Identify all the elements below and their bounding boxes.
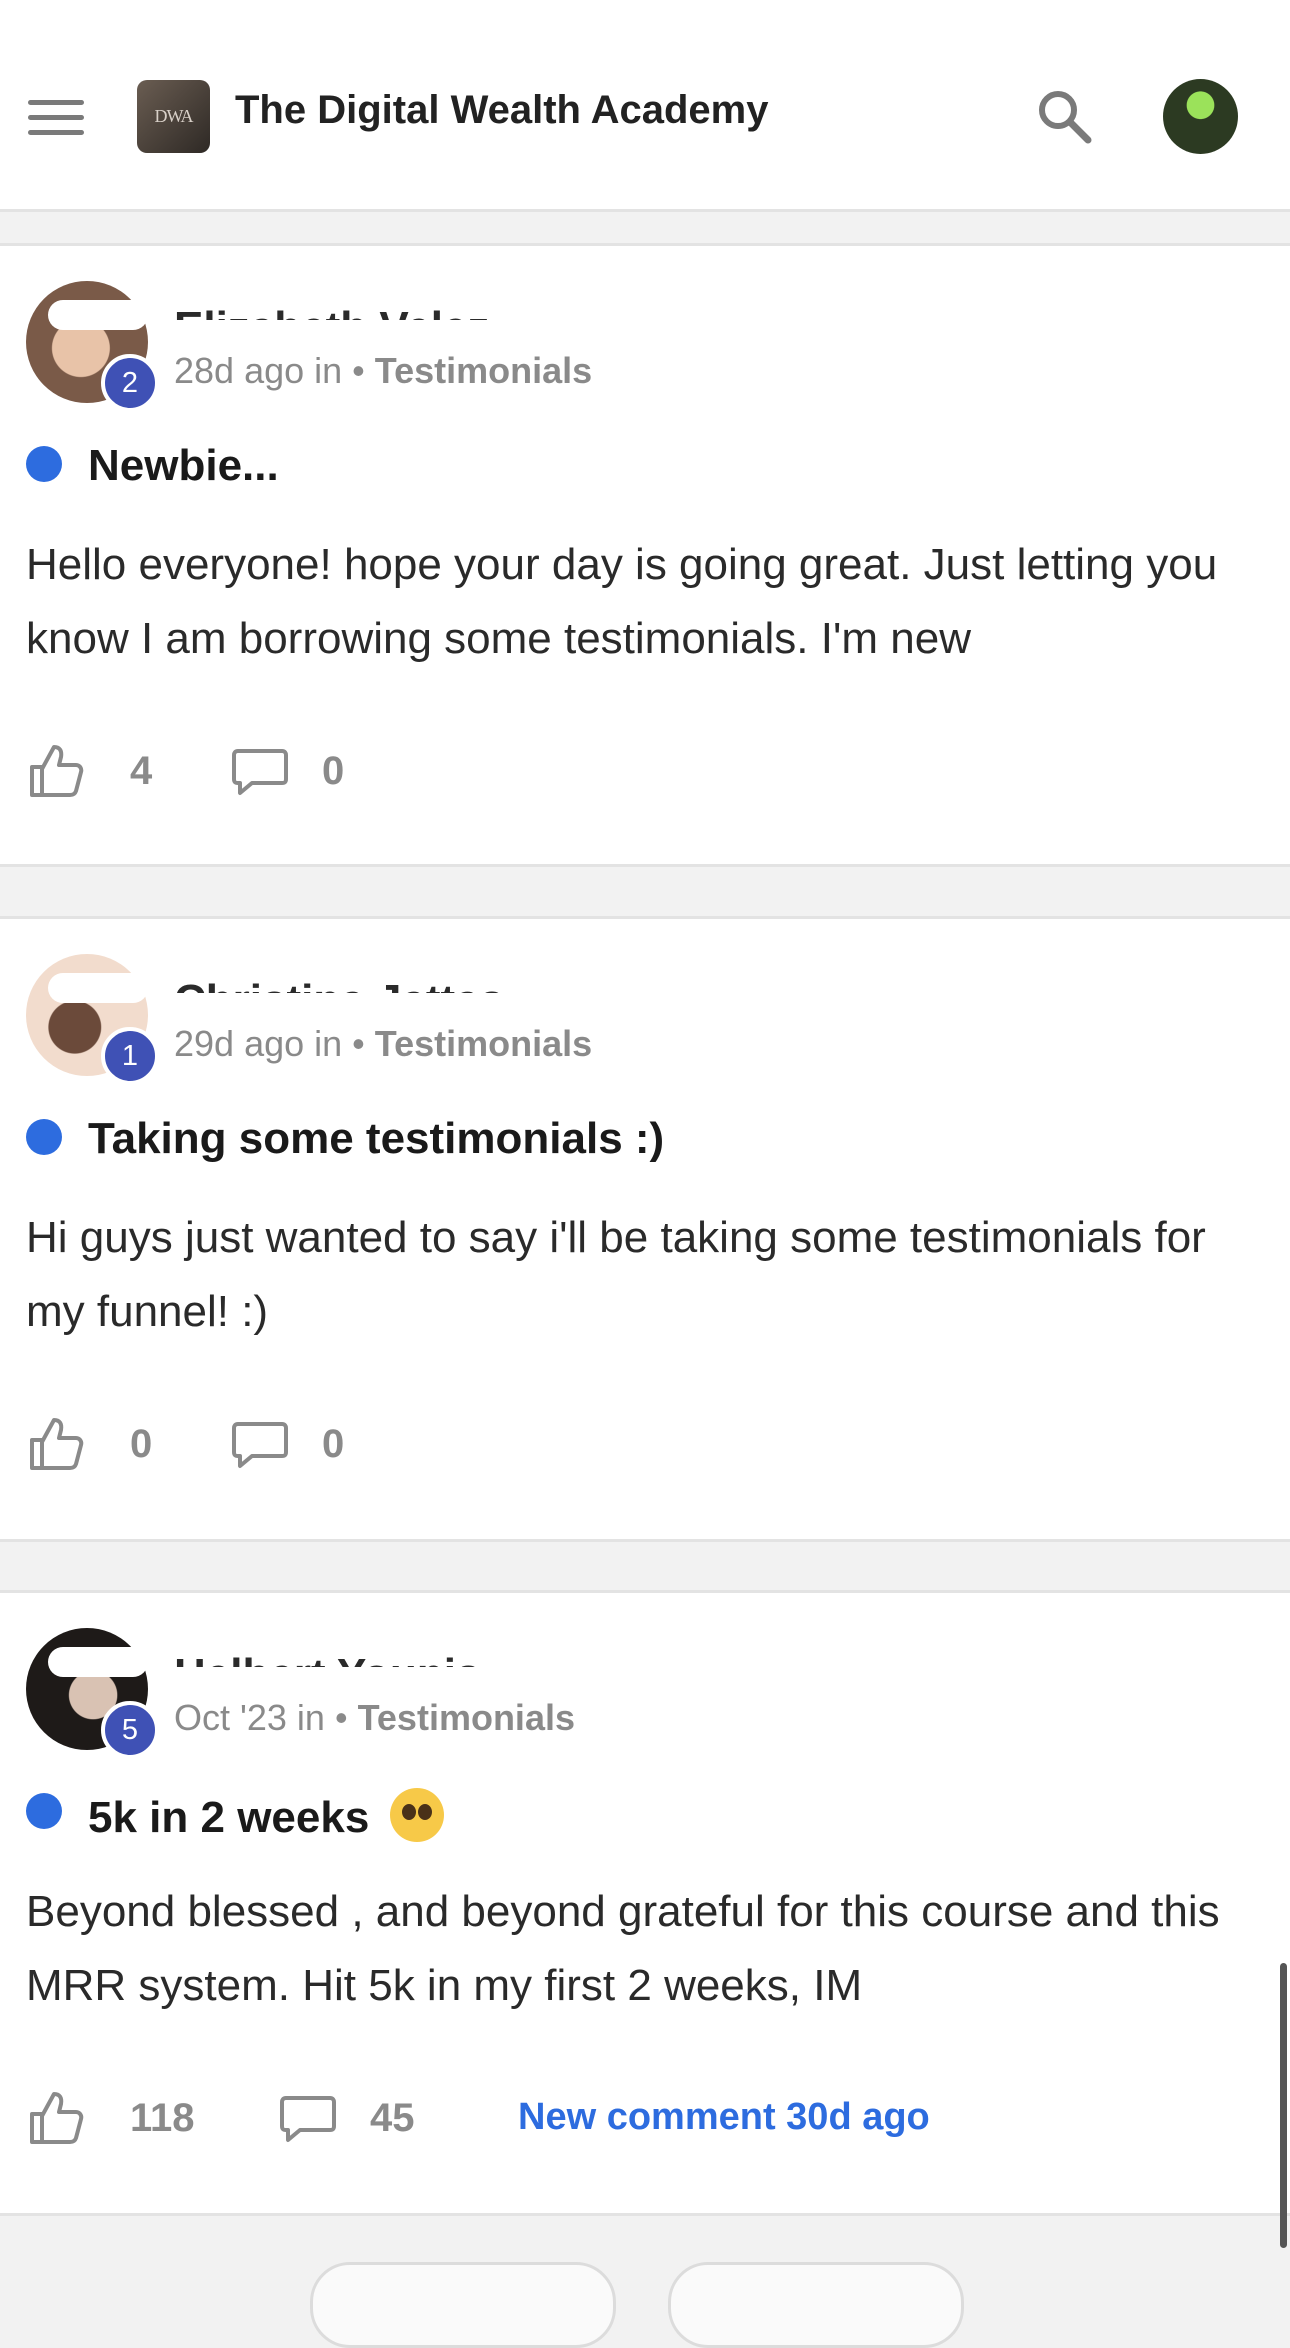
comment-icon[interactable] [230,1414,290,1474]
pagination-button[interactable] [310,2262,616,2348]
unread-dot [26,446,62,482]
level-badge: 5 [101,1701,159,1759]
post-body[interactable]: Hello everyone! hope your day is going g… [26,528,1266,676]
post-meta: 28d ago in • Testimonials [174,350,592,392]
post-time: Oct '23 in [174,1697,325,1738]
unread-dot [26,1119,62,1155]
author-name[interactable]: Christina Jattas [174,959,594,993]
post-card[interactable]: 1 Christina Jattas 29d ago in • Testimon… [0,916,1290,1542]
menu-icon[interactable] [28,98,86,138]
post-title-text: 5k in 2 weeks [88,1793,370,1842]
post-category[interactable]: Testimonials [358,1697,575,1738]
thumbs-up-icon[interactable] [26,741,86,801]
post-category[interactable]: Testimonials [375,1023,592,1064]
search-icon[interactable] [1034,86,1094,146]
new-comment-link[interactable]: New comment 30d ago [518,2096,930,2139]
avatar-redaction [48,973,148,1003]
meta-separator: • [334,1697,348,1738]
community-logo[interactable]: DWA [137,80,210,153]
avatar-redaction [48,300,148,330]
post-time: 28d ago in [174,350,343,391]
post-meta: Oct '23 in • Testimonials [174,1697,575,1739]
app-header: DWA The Digital Wealth Academy [0,0,1290,212]
meta-separator: • [352,1023,365,1064]
post-meta: 29d ago in • Testimonials [174,1023,592,1065]
thumbs-up-icon[interactable] [26,1414,86,1474]
scrollbar[interactable] [1280,1963,1287,2248]
post-card[interactable]: 2 Elizabeth Velez 28d ago in • Testimoni… [0,243,1290,867]
user-avatar[interactable] [1163,79,1238,154]
unread-dot [26,1793,62,1829]
post-title[interactable]: Newbie... [88,441,279,491]
author-name[interactable]: Helbert Younis [174,1633,594,1667]
avatar-redaction [48,1647,148,1677]
like-count: 0 [130,1422,153,1466]
like-count: 118 [130,2096,195,2140]
pleading-face-emoji [389,1788,444,1842]
post-card[interactable]: 5 Helbert Younis Oct '23 in • Testimonia… [0,1590,1290,2216]
author-name[interactable]: Elizabeth Velez [174,286,594,320]
post-category[interactable]: Testimonials [375,350,592,391]
pagination-button[interactable] [668,2262,964,2348]
post-title[interactable]: Taking some testimonials :) [88,1114,664,1164]
comment-count: 0 [322,1422,345,1466]
level-badge: 1 [101,1027,159,1085]
like-count: 4 [130,749,153,793]
post-body[interactable]: Beyond blessed , and beyond grateful for… [26,1875,1266,2023]
thumbs-up-icon[interactable] [26,2088,86,2148]
post-actions: 118 45 New comment 30d ago [26,2088,1266,2148]
level-badge: 2 [101,354,159,412]
post-title[interactable]: 5k in 2 weeks [88,1788,444,1843]
meta-separator: • [352,350,365,391]
comment-count: 45 [370,2096,415,2140]
comment-count: 0 [322,749,345,793]
post-actions: 0 0 [26,1414,1266,1474]
post-time: 29d ago in [174,1023,343,1064]
post-body[interactable]: Hi guys just wanted to say i'll be takin… [26,1201,1266,1349]
post-actions: 4 0 [26,741,1266,801]
comment-icon[interactable] [278,2088,338,2148]
comment-icon[interactable] [230,741,290,801]
community-title[interactable]: The Digital Wealth Academy [235,88,768,133]
